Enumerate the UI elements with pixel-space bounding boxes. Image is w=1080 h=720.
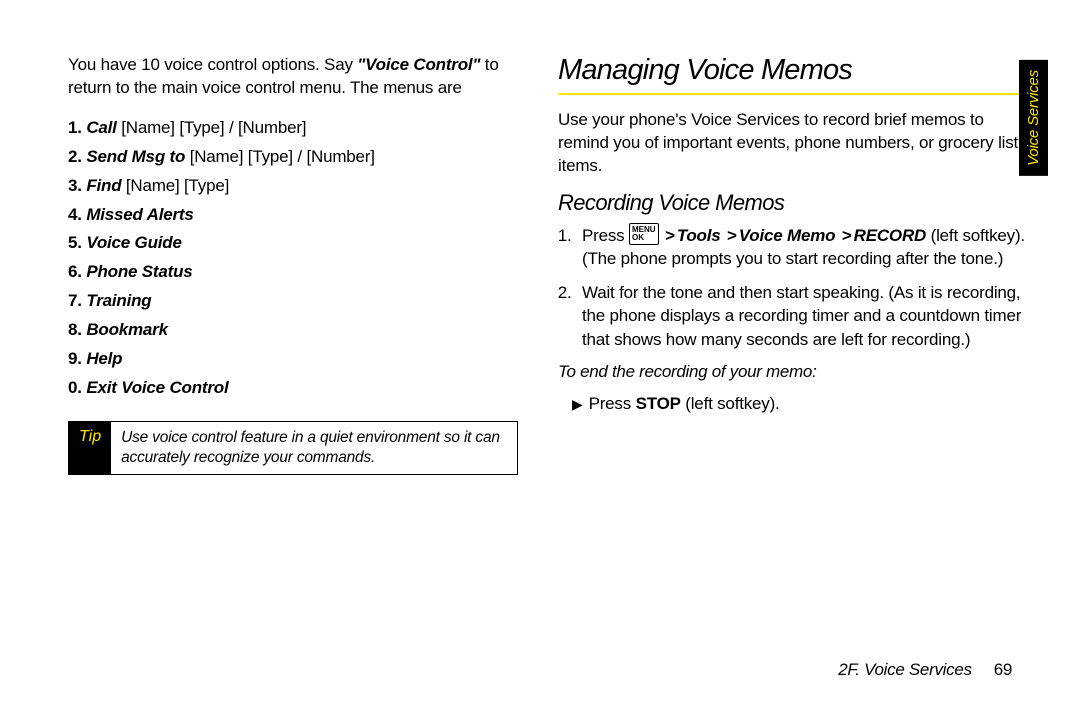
item-number: 1. (68, 118, 82, 137)
item-command: Exit Voice Control (86, 378, 228, 397)
item-command: Missed Alerts (86, 205, 193, 224)
step1-pre: Press (582, 226, 629, 245)
two-column-layout: You have 10 voice control options. Say "… (68, 54, 1020, 475)
item-rest: [Name] [Type] / [Number] (185, 147, 375, 166)
chevron-right-icon: > (842, 226, 852, 245)
heading-recording-voice-memos: Recording Voice Memos (558, 190, 1030, 216)
section-intro: Use your phone's Voice Services to recor… (558, 109, 1030, 178)
tip-box: Tip Use voice control feature in a quiet… (68, 421, 518, 475)
item-number: 2. (68, 147, 82, 166)
step-item: Wait for the tone and then start speakin… (576, 281, 1030, 351)
intro-quote: "Voice Control" (357, 55, 480, 74)
tip-label: Tip (69, 422, 111, 474)
path-record: RECORD (854, 226, 926, 245)
triangle-bullet-icon: ▶ (572, 396, 583, 413)
item-command: Help (86, 349, 122, 368)
item-command: Bookmark (86, 320, 168, 339)
intro-pre: You have 10 voice control options. Say (68, 55, 357, 74)
list-item: 3. Find [Name] [Type] (68, 172, 518, 201)
side-tab: Voice Services (1019, 60, 1048, 176)
list-item: 9. Help (68, 345, 518, 374)
item-command: Send Msg to (86, 147, 185, 166)
list-item: 8. Bookmark (68, 316, 518, 345)
voice-menu-list: 1. Call [Name] [Type] / [Number] 2. Send… (68, 114, 518, 403)
item-command: Training (86, 291, 151, 310)
chevron-right-icon: > (665, 226, 675, 245)
chevron-right-icon: > (727, 226, 737, 245)
intro-paragraph: You have 10 voice control options. Say "… (68, 54, 518, 100)
bullet-bold: STOP (636, 394, 681, 413)
item-command: Call (86, 118, 116, 137)
subhead-end-recording: To end the recording of your memo: (558, 361, 1030, 384)
list-item: 5. Voice Guide (68, 229, 518, 258)
item-command: Phone Status (86, 262, 192, 281)
item-number: 7. (68, 291, 82, 310)
heading-managing-voice-memos: Managing Voice Memos (558, 54, 1030, 87)
item-rest: [Name] [Type] (121, 176, 229, 195)
list-item: 1. Call [Name] [Type] / [Number] (68, 114, 518, 143)
page-footer: 2F. Voice Services 69 (838, 660, 1012, 680)
bullet-item: ▶ Press STOP (left softkey). (572, 394, 1030, 414)
item-number: 8. (68, 320, 82, 339)
item-rest: [Name] [Type] / [Number] (117, 118, 307, 137)
right-column: Managing Voice Memos Use your phone's Vo… (558, 54, 1030, 475)
item-number: 3. (68, 176, 82, 195)
list-item: 2. Send Msg to [Name] [Type] / [Number] (68, 143, 518, 172)
item-number: 6. (68, 262, 82, 281)
bullet-pre: Press (589, 394, 636, 413)
path-voice-memo: Voice Memo (739, 226, 836, 245)
item-number: 0. (68, 378, 82, 397)
tip-text: Use voice control feature in a quiet env… (111, 422, 517, 474)
item-command: Voice Guide (86, 233, 181, 252)
list-item: 6. Phone Status (68, 258, 518, 287)
step-item: Press MENUOK >Tools >Voice Memo >RECORD … (576, 224, 1030, 271)
item-number: 4. (68, 205, 82, 224)
item-number: 9. (68, 349, 82, 368)
steps-list: Press MENUOK >Tools >Voice Memo >RECORD … (576, 224, 1030, 351)
item-number: 5. (68, 233, 82, 252)
menu-ok-key-icon: MENUOK (629, 223, 659, 245)
heading-rule (558, 93, 1030, 95)
path-tools: Tools (677, 226, 721, 245)
page-number: 69 (994, 660, 1012, 679)
list-item: 4. Missed Alerts (68, 201, 518, 230)
left-column: You have 10 voice control options. Say "… (68, 54, 518, 475)
footer-section: 2F. Voice Services (838, 660, 972, 679)
manual-page: Voice Services You have 10 voice control… (0, 0, 1080, 720)
item-command: Find (86, 176, 121, 195)
list-item: 7. Training (68, 287, 518, 316)
bullet-post: (left softkey). (681, 394, 780, 413)
list-item: 0. Exit Voice Control (68, 374, 518, 403)
